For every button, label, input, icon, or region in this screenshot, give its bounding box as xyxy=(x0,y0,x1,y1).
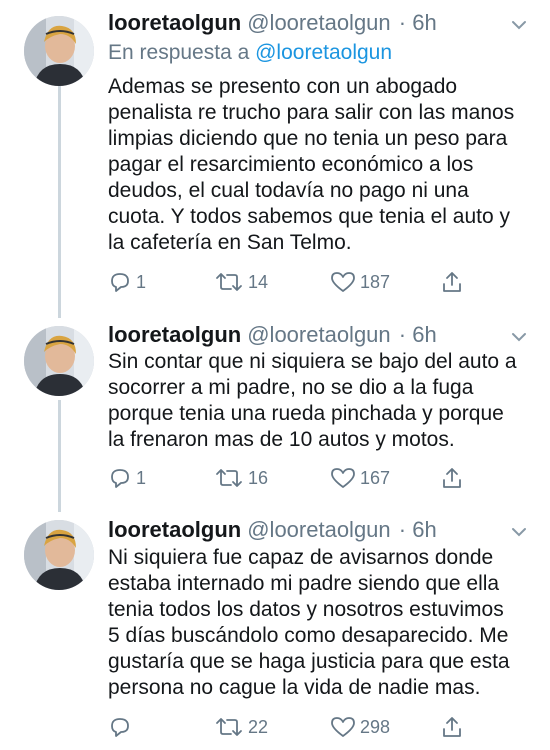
reply-icon xyxy=(111,273,129,292)
share-icon xyxy=(443,468,461,488)
avatar[interactable] xyxy=(24,326,94,396)
share-button[interactable] xyxy=(440,714,464,740)
retweet-count: 22 xyxy=(248,716,269,737)
reply-button[interactable]: 1 xyxy=(108,465,146,491)
like-count: 167 xyxy=(360,467,391,488)
tweet[interactable]: looretaolgun @looretaolgun · 6h Sin conta… xyxy=(0,312,550,502)
text-line: 5 días buscándolo como desaparecido. Me xyxy=(108,624,509,647)
author-name[interactable]: looretaolgun xyxy=(108,517,241,542)
tweet-text: Ni siquiera fue capaz de avisarnos donde… xyxy=(108,545,538,701)
like-button[interactable]: 298 xyxy=(330,714,390,740)
avatar-image xyxy=(24,326,94,396)
heart-icon xyxy=(331,717,355,737)
tweet-text: Sin contar que ni siquiera se bajo del a… xyxy=(108,349,538,453)
retweet-button[interactable]: 14 xyxy=(214,269,268,295)
author-handle[interactable]: @looretaolgun xyxy=(247,10,390,35)
text-line: la cafetería en San Telmo. xyxy=(108,231,352,254)
reply-button[interactable] xyxy=(108,714,136,740)
chevron-down-icon[interactable] xyxy=(510,16,528,34)
text-line: limpias diciendo que no tenia un peso pa… xyxy=(108,127,508,150)
tweet-actions: 1 14 187 xyxy=(108,269,528,295)
like-count: 298 xyxy=(360,716,391,737)
like-button[interactable]: 167 xyxy=(330,465,390,491)
text-line: gustaría que se haga justicia para que e… xyxy=(108,650,510,673)
retweet-count: 14 xyxy=(248,271,269,292)
text-line: pagar el resarcimiento económico a los xyxy=(108,153,474,176)
share-button[interactable] xyxy=(440,269,464,295)
timestamp[interactable]: · 6h xyxy=(399,322,437,347)
text-line: estaba internado mi padre siendo que ell… xyxy=(108,572,500,595)
text-line: socorrer a mi padre, no se dio a la fuga xyxy=(108,376,474,399)
chevron-down-icon[interactable] xyxy=(510,523,528,541)
timestamp[interactable]: · 6h xyxy=(399,517,437,542)
timestamp[interactable]: · 6h xyxy=(399,10,437,35)
reply-icon xyxy=(111,469,129,488)
reply-prefix: En respuesta a xyxy=(108,41,250,64)
like-button[interactable]: 187 xyxy=(330,269,390,295)
author-name[interactable]: looretaolgun xyxy=(108,322,241,347)
retweet-count: 16 xyxy=(248,467,269,488)
text-line: deudos, el cual todavía no pago ni una xyxy=(108,179,469,202)
text-line: persona no cague la vida de nadie mas. xyxy=(108,676,481,699)
heart-icon xyxy=(331,468,355,488)
chevron-down-icon[interactable] xyxy=(510,328,528,346)
text-line: cuota. Y todos sabemos que tenia el auto… xyxy=(108,205,511,228)
retweet-icon xyxy=(216,273,242,291)
tweet[interactable]: looretaolgun @looretaolgun · 6h En respue… xyxy=(0,0,550,310)
text-line: la frenaron mas de 10 autos y motos. xyxy=(108,428,455,451)
reply-count: 1 xyxy=(136,467,147,488)
like-count: 187 xyxy=(360,271,391,292)
text-line: Sin contar que ni siquiera se bajo del a… xyxy=(108,350,517,373)
heart-icon xyxy=(331,272,355,292)
text-line: Ni siquiera fue capaz de avisarnos donde xyxy=(108,546,494,569)
author-name[interactable]: looretaolgun xyxy=(108,10,241,35)
reply-button[interactable]: 1 xyxy=(108,269,146,295)
author-handle[interactable]: @looretaolgun xyxy=(247,322,390,347)
reply-count: 1 xyxy=(136,271,147,292)
text-line: tenia todos los datos y nosotros estuvim… xyxy=(108,598,504,621)
text-line: Ademas se presento con un abogado xyxy=(108,75,458,98)
retweet-icon xyxy=(216,469,242,487)
tweet-text: Ademas se presento con un abogado penali… xyxy=(108,74,538,256)
retweet-icon xyxy=(216,718,242,736)
text-line: penalista re trucho para salir con las m… xyxy=(108,101,515,124)
text-line: porque tenia una rueda pinchada y porque xyxy=(108,402,504,425)
retweet-button[interactable]: 22 xyxy=(214,714,268,740)
reply-handle-link[interactable]: @looretaolgun xyxy=(255,41,392,64)
tweet[interactable]: looretaolgun @looretaolgun · 6h Ni siquie… xyxy=(0,505,550,750)
avatar[interactable] xyxy=(24,520,94,590)
avatar-image xyxy=(24,16,94,86)
reply-icon xyxy=(111,718,129,737)
retweet-button[interactable]: 16 xyxy=(214,465,268,491)
tweet-actions: 22 298 xyxy=(108,714,528,740)
reply-context: En respuesta a @looretaolgun xyxy=(108,40,392,66)
avatar-image xyxy=(24,520,94,590)
author-handle[interactable]: @looretaolgun xyxy=(247,517,390,542)
share-button[interactable] xyxy=(440,465,464,491)
avatar[interactable] xyxy=(24,16,94,86)
share-icon xyxy=(443,272,461,292)
share-icon xyxy=(443,717,461,737)
tweet-actions: 1 16 167 xyxy=(108,465,528,491)
